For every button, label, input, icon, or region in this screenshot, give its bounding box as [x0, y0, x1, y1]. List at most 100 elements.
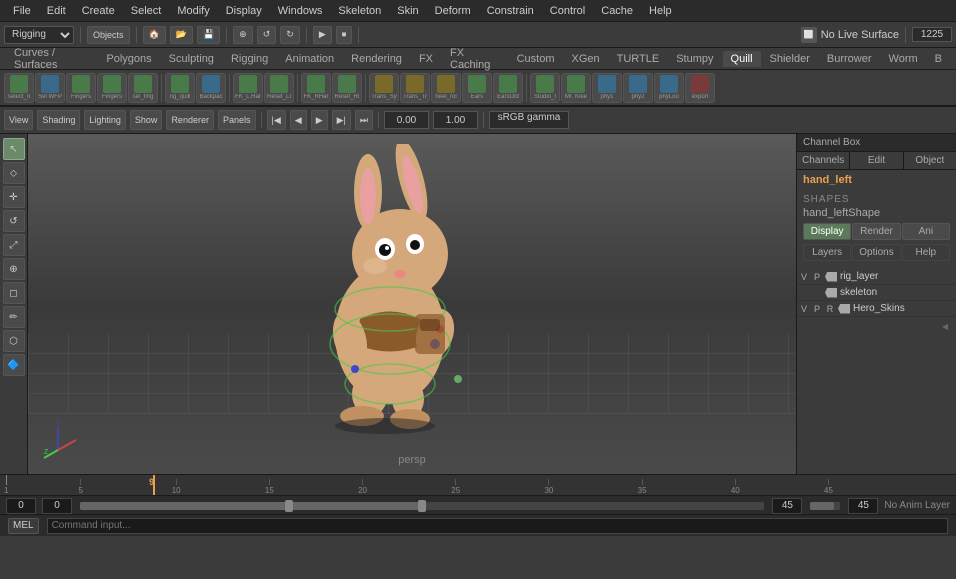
- rotate-tool[interactable]: ↺: [3, 210, 25, 232]
- shelf-icon-26[interactable]: export: [685, 73, 715, 103]
- menu-item-display[interactable]: Display: [219, 3, 269, 19]
- shelf-tab-sculpting[interactable]: Sculpting: [161, 51, 222, 67]
- home-button[interactable]: 🏠: [143, 26, 166, 44]
- show-manip[interactable]: ⬡: [3, 330, 25, 352]
- transform-button[interactable]: ⊕: [233, 26, 253, 44]
- shelf-icon-9[interactable]: FK_L.Har: [233, 73, 263, 103]
- view-menu[interactable]: View: [4, 110, 33, 130]
- timeline-handle-left[interactable]: [285, 500, 293, 512]
- select-tool[interactable]: ↖: [3, 138, 25, 160]
- shelf-tab-turtle[interactable]: TURTLE: [609, 51, 668, 67]
- tab-channels[interactable]: Channels: [797, 152, 850, 169]
- shelf-tab-xgen[interactable]: XGen: [563, 51, 607, 67]
- menu-item-control[interactable]: Control: [543, 3, 592, 19]
- lasso-tool[interactable]: ⬦: [3, 162, 25, 184]
- scroll-left[interactable]: ◀: [938, 319, 952, 333]
- tab-object[interactable]: Object: [904, 152, 956, 169]
- vp-prev-frame[interactable]: |◀: [267, 110, 286, 130]
- universal-tool[interactable]: ⊕: [3, 258, 25, 280]
- shelf-icon-13[interactable]: Reset_RI: [332, 73, 362, 103]
- shelf-icon-7[interactable]: Backpac: [196, 73, 226, 103]
- shelf-tab-stumpy[interactable]: Stumpy: [668, 51, 721, 67]
- shelf-icon-18[interactable]: Ears: [462, 73, 492, 103]
- shelf-icon-1[interactable]: Sel WFP: [35, 73, 65, 103]
- shelf-icon-24[interactable]: phy2: [623, 73, 653, 103]
- lighting-menu[interactable]: Lighting: [84, 110, 126, 130]
- play-button[interactable]: ▶: [313, 26, 332, 44]
- shelf-icon-16[interactable]: Trans_Tr: [400, 73, 430, 103]
- menu-item-create[interactable]: Create: [75, 3, 122, 19]
- timeline-range-bar2[interactable]: [810, 502, 840, 510]
- anim-tab[interactable]: Ani: [902, 223, 950, 240]
- vp-next-key[interactable]: ⏭: [355, 110, 373, 130]
- vp-play[interactable]: ▶: [311, 110, 328, 130]
- shelf-tab-animation[interactable]: Animation: [277, 51, 342, 67]
- menu-item-select[interactable]: Select: [124, 3, 169, 19]
- redo-button[interactable]: ↻: [280, 26, 300, 44]
- vp-step-back[interactable]: ◀: [290, 110, 307, 130]
- menu-item-deform[interactable]: Deform: [428, 3, 478, 19]
- timeline-keyframe-input[interactable]: [42, 498, 72, 514]
- mode-select[interactable]: Rigging: [4, 26, 74, 44]
- time-input[interactable]: [384, 111, 429, 129]
- tab-edit[interactable]: Edit: [850, 152, 903, 169]
- menu-item-help[interactable]: Help: [642, 3, 679, 19]
- menu-item-constrain[interactable]: Constrain: [480, 3, 541, 19]
- shelf-tab-fx-caching[interactable]: FX Caching: [442, 45, 508, 73]
- layer-row-rig[interactable]: V P rig_layer: [797, 269, 956, 285]
- menu-item-edit[interactable]: Edit: [40, 3, 73, 19]
- save-button[interactable]: 💾: [197, 26, 220, 44]
- render-tab[interactable]: Render: [852, 223, 900, 240]
- shelf-tab-burrower[interactable]: Burrower: [819, 51, 880, 67]
- vp-step-fwd[interactable]: ▶|: [332, 110, 351, 130]
- shelf-icon-6[interactable]: rig_quill: [165, 73, 195, 103]
- menu-item-cache[interactable]: Cache: [594, 3, 640, 19]
- timeline-start-input[interactable]: [6, 498, 36, 514]
- shelf-tab-curves-/-surfaces[interactable]: Curves / Surfaces: [6, 45, 97, 73]
- shelf-icon-23[interactable]: phy1: [592, 73, 622, 103]
- timeline-ruler[interactable]: 1510152025303540459: [0, 475, 956, 495]
- shading-menu[interactable]: Shading: [37, 110, 80, 130]
- scale-input[interactable]: [433, 111, 478, 129]
- shelf-icon-17[interactable]: heel_rol: [431, 73, 461, 103]
- panels-menu[interactable]: Panels: [218, 110, 256, 130]
- options-sub-tab[interactable]: Options: [852, 244, 900, 261]
- menu-item-windows[interactable]: Windows: [271, 3, 330, 19]
- shelf-icon-15[interactable]: Trans_Sy: [369, 73, 399, 103]
- command-input[interactable]: [47, 518, 948, 534]
- shelf-tab-shielder[interactable]: Shielder: [762, 51, 818, 67]
- menu-item-file[interactable]: File: [6, 3, 38, 19]
- shelf-tab-rendering[interactable]: Rendering: [343, 51, 410, 67]
- viewport[interactable]: Y Z persp: [28, 134, 796, 474]
- help-sub-tab[interactable]: Help: [902, 244, 950, 261]
- scale-tool[interactable]: ⤢: [3, 234, 25, 256]
- timeline-range-bar[interactable]: [80, 502, 764, 510]
- timeline-end-input[interactable]: [772, 498, 802, 514]
- shelf-icon-3[interactable]: Fingers: [97, 73, 127, 103]
- shelf-icon-22[interactable]: Mr. Klee: [561, 73, 591, 103]
- shelf-icon-10[interactable]: Reset_LI: [264, 73, 294, 103]
- shelf-icon-2[interactable]: Fingers: [66, 73, 96, 103]
- paint-tool[interactable]: ✏: [3, 306, 25, 328]
- shelf-icon-4[interactable]: sel_fing: [128, 73, 158, 103]
- menu-item-modify[interactable]: Modify: [170, 3, 216, 19]
- renderer-menu[interactable]: Renderer: [166, 110, 214, 130]
- shelf-tab-worm[interactable]: Worm: [881, 51, 926, 67]
- mel-button[interactable]: MEL: [8, 518, 39, 534]
- stop-button[interactable]: ⏹: [336, 26, 353, 44]
- timeline-frame-label[interactable]: [848, 498, 878, 514]
- layers-sub-tab[interactable]: Layers: [803, 244, 851, 261]
- shelf-tab-rigging[interactable]: Rigging: [223, 51, 276, 67]
- display-tab[interactable]: Display: [803, 223, 851, 240]
- show-menu[interactable]: Show: [130, 110, 163, 130]
- shelf-icon-19[interactable]: EarsOld: [493, 73, 523, 103]
- shelf-tab-polygons[interactable]: Polygons: [98, 51, 159, 67]
- menu-item-skeleton[interactable]: Skeleton: [331, 3, 388, 19]
- shelf-icon-0[interactable]: select_ri: [4, 73, 34, 103]
- menu-item-skin[interactable]: Skin: [390, 3, 425, 19]
- objects-button[interactable]: Objects: [87, 26, 130, 44]
- timeline-handle-right[interactable]: [418, 500, 426, 512]
- layer-row-hero[interactable]: V P R Hero_Skins: [797, 301, 956, 317]
- move-tool[interactable]: ✛: [3, 186, 25, 208]
- shelf-tab-fx[interactable]: FX: [411, 51, 441, 67]
